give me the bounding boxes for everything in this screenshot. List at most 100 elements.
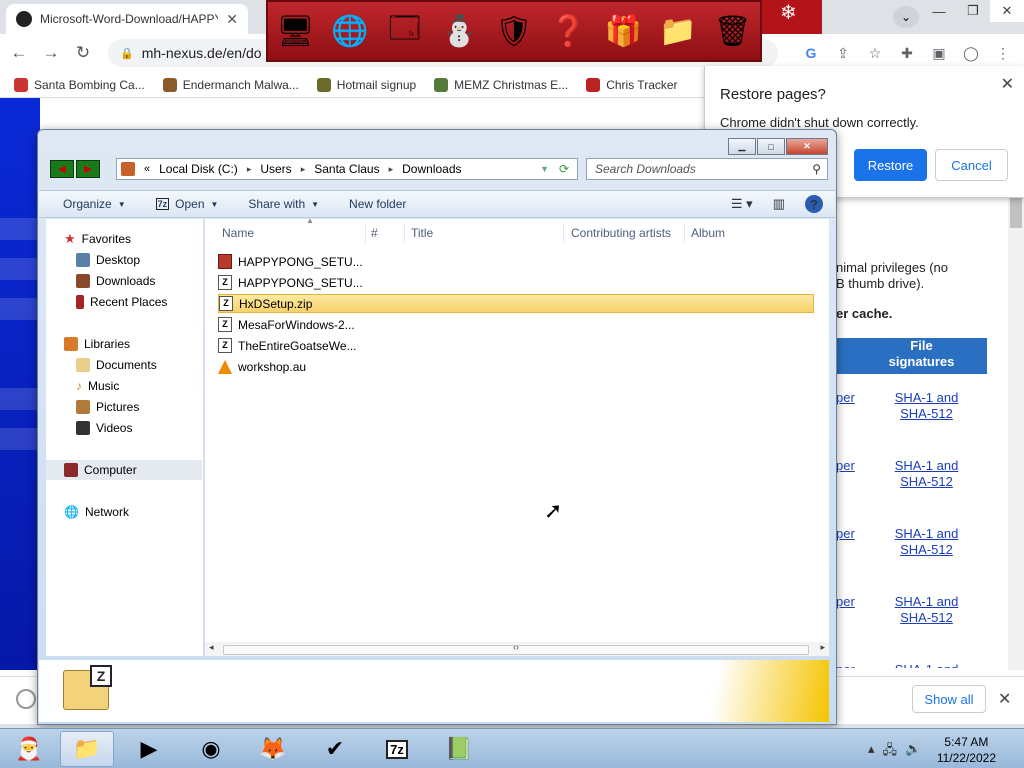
installer-icon[interactable]: ✔: [308, 731, 362, 767]
breadcrumb-item[interactable]: Santa Claus: [314, 162, 379, 176]
firefox-icon[interactable]: 🦊: [246, 731, 300, 767]
breadcrumb-separator-icon[interactable]: ▸: [247, 164, 252, 175]
nav-videos[interactable]: Videos: [76, 418, 132, 438]
dropdown-icon[interactable]: ▼: [540, 164, 549, 174]
column-number[interactable]: #: [371, 219, 378, 247]
column-divider[interactable]: [684, 223, 685, 243]
recycle-bin-icon[interactable]: 🗑: [711, 9, 755, 53]
signature-link[interactable]: SHA-1 and SHA-512: [866, 582, 987, 648]
chevron-left-icon[interactable]: «: [144, 163, 150, 175]
volume-icon[interactable]: 🔊: [905, 741, 921, 763]
chrome-icon[interactable]: ◉: [184, 731, 238, 767]
row-link[interactable]: per: [836, 514, 866, 580]
nav-recent-places[interactable]: Recent Places: [76, 292, 167, 312]
bookmark-item[interactable]: Santa Bombing Ca...: [14, 77, 145, 92]
browser-tab[interactable]: Microsoft-Word-Download/HAPPY ✕: [6, 4, 248, 34]
download-item-icon[interactable]: [16, 689, 36, 709]
scroll-left-icon[interactable]: ◂: [209, 642, 214, 653]
row-link[interactable]: per: [836, 650, 866, 668]
gift-icon[interactable]: 🎁: [601, 9, 645, 53]
breadcrumb-item[interactable]: Users: [260, 162, 291, 176]
minimize-icon[interactable]: ▁: [728, 138, 756, 155]
notepad-icon[interactable]: 📗: [432, 731, 486, 767]
row-link[interactable]: per: [836, 378, 866, 444]
column-title[interactable]: Title: [411, 219, 433, 247]
share-with-button[interactable]: Share with ▼: [248, 197, 319, 211]
bookmark-item[interactable]: MEMZ Christmas E...: [434, 77, 568, 92]
forward-icon[interactable]: ▶: [76, 160, 100, 178]
breadcrumb-item[interactable]: Downloads: [402, 162, 461, 176]
nav-favorites[interactable]: ★ Favorites: [64, 229, 131, 249]
nav-music[interactable]: ♪ Music: [76, 376, 119, 396]
restore-button[interactable]: Restore: [854, 149, 927, 181]
column-album[interactable]: Album: [691, 219, 725, 247]
breadcrumb-separator-icon[interactable]: ▸: [301, 164, 306, 175]
help-icon[interactable]: ❓: [547, 9, 591, 53]
signature-link[interactable]: SHA-1 and: [866, 650, 987, 668]
media-player-icon[interactable]: ▶: [122, 731, 176, 767]
profile-icon[interactable]: ◯: [958, 40, 984, 66]
share-icon[interactable]: ⇪: [830, 40, 856, 66]
file-row[interactable]: Z HxDSetup.zip: [218, 294, 814, 313]
column-divider[interactable]: [365, 223, 366, 243]
horizontal-scrollbar[interactable]: ◂ ‹› ▸: [205, 642, 829, 656]
7zip-taskbar-icon[interactable]: 7z: [370, 731, 424, 767]
forward-icon[interactable]: →: [38, 40, 64, 66]
close-downloads-icon[interactable]: ✕: [998, 689, 1011, 709]
close-icon[interactable]: ✕: [786, 138, 828, 155]
minimize-icon[interactable]: —: [922, 0, 956, 22]
open-button[interactable]: 7z Open ▼: [155, 197, 218, 211]
bookmark-item[interactable]: Hotmail signup: [316, 77, 416, 92]
file-row[interactable]: Z TheEntireGoatseWe...: [218, 336, 814, 355]
file-row[interactable]: HAPPYPONG_SETU...: [218, 252, 814, 271]
nav-computer[interactable]: Computer: [46, 460, 202, 480]
bookmark-item[interactable]: Endermanch Malwa...: [162, 77, 299, 92]
nav-documents[interactable]: Documents: [76, 355, 157, 375]
preview-pane-icon[interactable]: ▥: [773, 196, 785, 212]
view-options-icon[interactable]: ☰ ▾: [731, 196, 753, 212]
nav-network[interactable]: 🌐 Network: [64, 502, 129, 522]
help-icon[interactable]: ?: [805, 195, 823, 213]
tray-arrow-icon[interactable]: ▴: [868, 741, 875, 763]
scrollbar-thumb[interactable]: [1010, 198, 1022, 228]
restore-icon[interactable]: ❐: [956, 0, 990, 22]
breadcrumb-item[interactable]: Local Disk (C:): [159, 162, 238, 176]
windows-update-icon[interactable]: 🛡: [492, 9, 536, 53]
start-button-santa-icon[interactable]: 🎅: [2, 731, 56, 767]
network-tray-icon[interactable]: 🖧: [883, 741, 898, 763]
signature-link[interactable]: SHA-1 and SHA-512: [866, 446, 987, 512]
maximize-icon[interactable]: □: [757, 138, 785, 155]
close-window-icon[interactable]: ✕: [990, 0, 1024, 22]
control-panel-icon[interactable]: 🗔: [383, 9, 427, 53]
row-link[interactable]: per: [836, 582, 866, 648]
file-row[interactable]: Z HAPPYPONG_SETU...: [218, 273, 814, 292]
google-icon[interactable]: G: [798, 40, 824, 66]
bookmark-item[interactable]: Chris Tracker: [586, 77, 678, 92]
search-input[interactable]: Search Downloads ⚲: [586, 158, 828, 180]
address-breadcrumb[interactable]: « Local Disk (C:) ▸ Users ▸ Santa Claus ▸ Down…: [116, 158, 578, 180]
star-icon[interactable]: ☆: [862, 40, 888, 66]
folder-icon[interactable]: 📁: [656, 9, 700, 53]
nav-pictures[interactable]: Pictures: [76, 397, 139, 417]
back-icon[interactable]: ◀: [50, 160, 74, 178]
column-name[interactable]: ▲ Name: [222, 216, 314, 247]
row-link[interactable]: per: [836, 446, 866, 512]
cancel-button[interactable]: Cancel: [935, 149, 1008, 181]
computer-santa-icon[interactable]: 🖥: [273, 9, 317, 53]
organize-button[interactable]: Organize ▼: [63, 197, 126, 211]
new-folder-button[interactable]: New folder: [349, 197, 406, 211]
nav-desktop[interactable]: Desktop: [76, 250, 140, 270]
search-icon[interactable]: ⚲: [812, 162, 821, 176]
refresh-icon[interactable]: ⟳: [559, 162, 569, 176]
file-row[interactable]: Z MesaForWindows-2...: [218, 315, 814, 334]
sidebar-icon[interactable]: ▣: [926, 40, 952, 66]
file-row[interactable]: workshop.au: [218, 357, 814, 376]
explorer-taskbar-icon[interactable]: 📁: [60, 731, 114, 767]
back-icon[interactable]: ←: [6, 40, 32, 66]
signature-link[interactable]: SHA-1 and SHA-512: [866, 514, 987, 580]
breadcrumb-separator-icon[interactable]: ▸: [389, 164, 394, 175]
column-contributing-artists[interactable]: Contributing artists: [571, 219, 671, 247]
globe-icon[interactable]: 🌐: [328, 9, 372, 53]
snowman-icon[interactable]: ⛄: [437, 9, 481, 53]
column-divider[interactable]: [563, 223, 564, 243]
